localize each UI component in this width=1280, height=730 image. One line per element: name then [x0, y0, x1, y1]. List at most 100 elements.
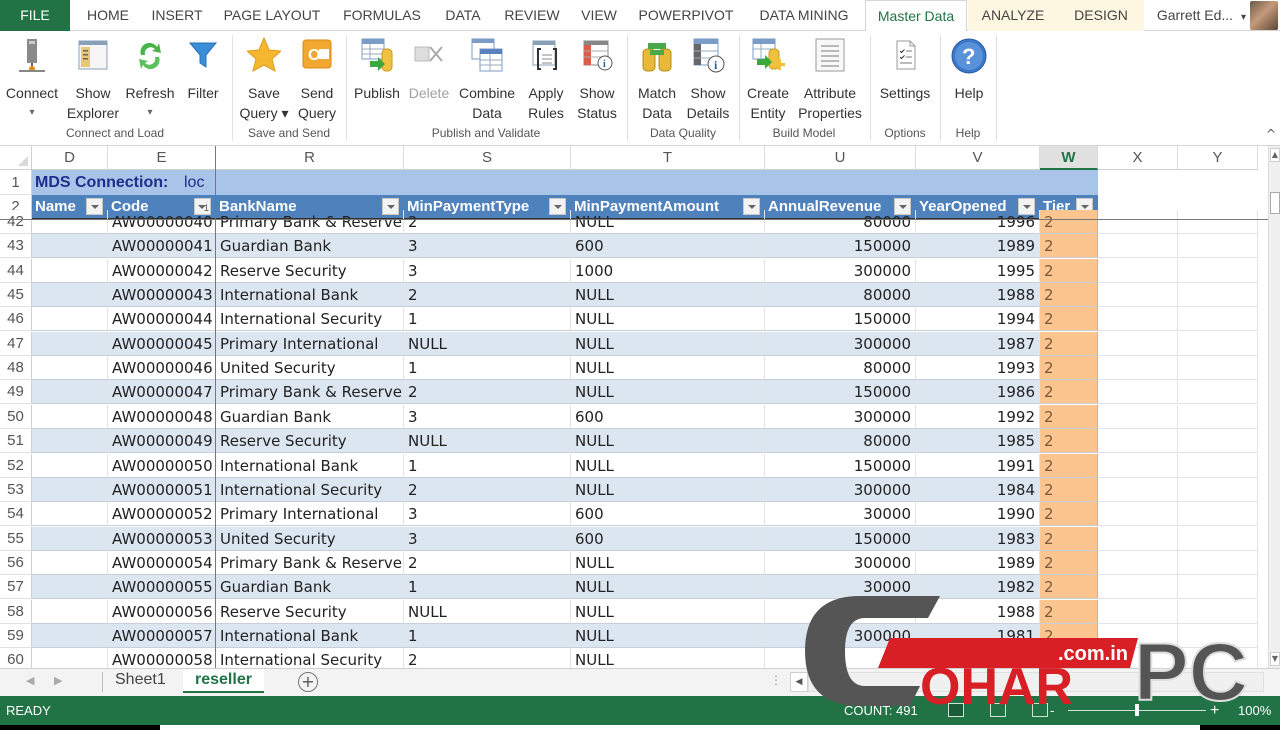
tab-formulas[interactable]: FORMULAS: [334, 0, 430, 31]
cell-bank[interactable]: United Security: [216, 527, 404, 551]
row-header[interactable]: 57: [0, 575, 32, 599]
column-header-x[interactable]: X: [1098, 146, 1178, 170]
cell-year[interactable]: 1991: [916, 454, 1040, 478]
tab-design[interactable]: DESIGN: [1058, 0, 1144, 31]
cell-tier[interactable]: 2: [1040, 356, 1098, 380]
cell-empty[interactable]: [1098, 210, 1178, 234]
connect-button[interactable]: Connect ▾: [2, 37, 62, 123]
zoom-level[interactable]: 100%: [1238, 696, 1271, 725]
cell-bank[interactable]: Guardian Bank: [216, 575, 404, 599]
cell-empty[interactable]: [1098, 478, 1178, 502]
cell-tier[interactable]: 2: [1040, 405, 1098, 429]
cell-rev[interactable]: 30000: [765, 575, 916, 599]
cell-year[interactable]: 1990: [916, 502, 1040, 526]
cell-empty[interactable]: [1098, 405, 1178, 429]
cell-rev[interactable]: 150000: [765, 454, 916, 478]
show-details-button[interactable]: i Show Details: [682, 37, 734, 123]
cell-bank[interactable]: United Security: [216, 356, 404, 380]
cell-name[interactable]: [32, 454, 108, 478]
cell-bank[interactable]: International Security: [216, 307, 404, 331]
publish-button[interactable]: Publish: [350, 37, 404, 103]
cell-code[interactable]: AW00000055: [108, 575, 216, 599]
cell-mpa[interactable]: NULL: [571, 648, 765, 668]
cell-mpa[interactable]: 600: [571, 502, 765, 526]
cell-mpt[interactable]: 3: [404, 234, 571, 258]
scroll-up-icon[interactable]: ▲: [1270, 148, 1280, 162]
cell-rev[interactable]: 80000: [765, 429, 916, 453]
refresh-button[interactable]: Refresh ▾: [122, 37, 178, 123]
tab-review[interactable]: REVIEW: [496, 0, 568, 31]
cell-tier[interactable]: 2: [1040, 454, 1098, 478]
cell-name[interactable]: [32, 502, 108, 526]
normal-view-icon[interactable]: [948, 703, 964, 717]
cell-tier[interactable]: 2: [1040, 575, 1098, 599]
cell-name[interactable]: [32, 624, 108, 648]
cell-bank[interactable]: Primary Bank & Reserve: [216, 551, 404, 575]
cell-empty[interactable]: [1178, 210, 1258, 234]
cell-year[interactable]: 1981: [916, 624, 1040, 648]
cell-empty[interactable]: [1178, 380, 1258, 404]
cell-name[interactable]: [32, 356, 108, 380]
cell-name[interactable]: [32, 600, 108, 624]
tab-analyze[interactable]: ANALYZE: [968, 0, 1058, 31]
cell-mpa[interactable]: NULL: [571, 454, 765, 478]
column-header-y[interactable]: Y: [1178, 146, 1258, 170]
cell-year[interactable]: 1994: [916, 307, 1040, 331]
row-header[interactable]: 53: [0, 478, 32, 502]
tab-page-layout[interactable]: PAGE LAYOUT: [214, 0, 330, 31]
row-header[interactable]: 55: [0, 527, 32, 551]
cell-name[interactable]: [32, 234, 108, 258]
spreadsheet-grid[interactable]: D E R S T U V W X Y 1 MDS Connection: lo…: [0, 146, 1268, 668]
cell-rev[interactable]: 80000: [765, 210, 916, 234]
cell-tier[interactable]: 2: [1040, 234, 1098, 258]
cell-mpa[interactable]: NULL: [571, 332, 765, 356]
cell-bank[interactable]: Guardian Bank: [216, 234, 404, 258]
cell-code[interactable]: AW00000047: [108, 380, 216, 404]
cell-mpa[interactable]: 600: [571, 527, 765, 551]
cell-tier[interactable]: 2: [1040, 380, 1098, 404]
cell-tier[interactable]: 2: [1040, 283, 1098, 307]
row-header[interactable]: 50: [0, 405, 32, 429]
cell-rev[interactable]: 150000: [765, 380, 916, 404]
cell-bank[interactable]: International Security: [216, 648, 404, 668]
zoom-slider-thumb[interactable]: [1135, 704, 1139, 716]
cell-name[interactable]: [32, 527, 108, 551]
cell-name[interactable]: [32, 648, 108, 668]
cell-bank[interactable]: Reserve Security: [216, 259, 404, 283]
row-header[interactable]: 46: [0, 307, 32, 331]
row-header[interactable]: 43: [0, 234, 32, 258]
delete-button[interactable]: Delete: [404, 37, 454, 103]
cell-code[interactable]: AW00000041: [108, 234, 216, 258]
cell-tier[interactable]: 2: [1040, 210, 1098, 234]
cell-bank[interactable]: International Bank: [216, 454, 404, 478]
cell-code[interactable]: AW00000051: [108, 478, 216, 502]
column-header-d[interactable]: D: [32, 146, 108, 170]
cell-rev[interactable]: [765, 600, 916, 624]
cell-mpa[interactable]: NULL: [571, 356, 765, 380]
cell-name[interactable]: [32, 210, 108, 234]
cell-code[interactable]: AW00000046: [108, 356, 216, 380]
cell-empty[interactable]: [1098, 551, 1178, 575]
column-header-r[interactable]: R: [216, 146, 404, 170]
cell-mpt[interactable]: 2: [404, 648, 571, 668]
cell-name[interactable]: [32, 478, 108, 502]
cell-empty[interactable]: [1178, 356, 1258, 380]
cell-year[interactable]: 1983: [916, 527, 1040, 551]
cell-empty[interactable]: [1098, 575, 1178, 599]
cell-mpt[interactable]: 2: [404, 283, 571, 307]
cell-empty[interactable]: [1178, 454, 1258, 478]
cell-year[interactable]: 1989: [916, 234, 1040, 258]
help-button[interactable]: ? Help: [944, 37, 994, 103]
cell-tier[interactable]: 2: [1040, 478, 1098, 502]
user-account[interactable]: Garrett Ed... ▾: [1157, 0, 1246, 31]
cell-empty[interactable]: [1178, 624, 1258, 648]
cell-mpt[interactable]: 3: [404, 259, 571, 283]
row-header[interactable]: 42: [0, 210, 32, 234]
cell-empty[interactable]: [1178, 502, 1258, 526]
cell-rev[interactable]: 150000: [765, 234, 916, 258]
tab-home[interactable]: HOME: [76, 0, 140, 31]
row-header[interactable]: 48: [0, 356, 32, 380]
cell-tier[interactable]: 2: [1040, 527, 1098, 551]
cell-tier[interactable]: 2: [1040, 429, 1098, 453]
cell-empty[interactable]: [1178, 259, 1258, 283]
